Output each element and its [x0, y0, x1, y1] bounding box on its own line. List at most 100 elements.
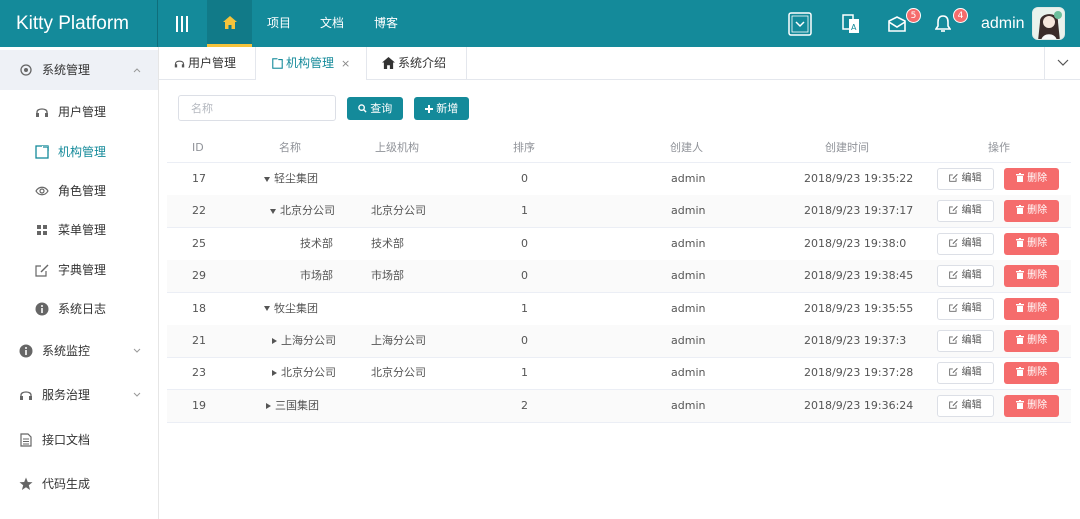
avatar[interactable]	[1032, 7, 1065, 40]
edit-button[interactable]: 编辑	[937, 200, 994, 223]
app-title[interactable]: Kitty Platform	[0, 0, 158, 47]
sidebar-item-label: 机构管理	[58, 145, 107, 159]
cell-time: 2018/9/23 19:36:24	[804, 398, 914, 412]
delete-label: 删除	[1027, 367, 1048, 379]
home-nav[interactable]	[207, 0, 252, 47]
close-icon[interactable]: ×	[341, 47, 350, 80]
expand-right-icon[interactable]	[272, 370, 277, 377]
cell-parent: 北京分公司	[371, 204, 426, 218]
tab-org[interactable]: 机构管理 ×	[256, 47, 367, 80]
trash-icon	[1015, 270, 1024, 280]
mail-icon[interactable]: 5	[888, 8, 921, 36]
header-time: 创建时间	[825, 141, 869, 154]
tab-intro[interactable]: 系统介绍	[367, 47, 467, 80]
username[interactable]: admin	[981, 0, 1025, 47]
edit-icon	[949, 173, 959, 182]
add-button[interactable]: 新增	[414, 97, 469, 120]
hamburger-icon[interactable]	[172, 14, 192, 34]
sidebar-item-system[interactable]: 系统管理	[0, 50, 158, 90]
delete-button[interactable]: 删除	[1004, 168, 1059, 190]
delete-button[interactable]: 删除	[1004, 200, 1059, 223]
sidebar-item-logs[interactable]: 系统日志	[0, 289, 158, 329]
nav-docs[interactable]: 文档	[320, 0, 344, 47]
language-icon[interactable]: A	[842, 12, 866, 36]
header-id: ID	[192, 141, 204, 154]
delete-button[interactable]: 删除	[1004, 265, 1059, 288]
delete-button[interactable]: 删除	[1004, 394, 1059, 417]
edit-icon	[949, 303, 959, 312]
cell-name: 上海分公司	[272, 325, 336, 357]
cell-name: 北京分公司	[272, 357, 336, 389]
edit-icon	[35, 264, 49, 277]
cell-name-text: 市场部	[300, 269, 333, 283]
search-input[interactable]	[178, 95, 336, 121]
edit-icon	[949, 271, 959, 279]
cell-parent: 市场部	[371, 269, 404, 283]
delete-button[interactable]: 删除	[1004, 330, 1059, 352]
edit-button[interactable]: 编辑	[937, 362, 994, 385]
home-icon	[382, 57, 395, 69]
edit-button[interactable]: 编辑	[937, 265, 994, 288]
sidebar-item-monitor[interactable]: 系统监控	[0, 331, 158, 371]
sidebar-item-dict[interactable]: 字典管理	[0, 250, 158, 290]
cell-time: 2018/9/23 19:37:17	[804, 204, 914, 218]
header-parent: 上级机构	[375, 141, 419, 154]
cell-order: 1	[521, 204, 528, 218]
edit-button[interactable]: 编辑	[937, 232, 994, 255]
expand-right-icon[interactable]	[266, 402, 271, 409]
cell-time: 2018/9/23 19:37:3	[804, 334, 907, 347]
sidebar-item-label: 角色管理	[58, 184, 107, 198]
trash-icon	[1015, 173, 1024, 182]
edit-icon	[949, 400, 959, 409]
cell-id: 25	[192, 236, 206, 250]
cell-name-text: 技术部	[300, 236, 333, 250]
cell-name: 北京分公司	[270, 195, 335, 227]
expand-down-icon[interactable]	[264, 306, 270, 312]
cell-name: 牧尘集团	[264, 293, 318, 325]
tab-menu-button[interactable]	[1044, 47, 1080, 80]
trash-icon	[1015, 367, 1024, 377]
star-icon	[19, 477, 33, 490]
table-row: 18 牧尘集团 1 admin 2018/9/23 19:35:55 编辑 删除	[167, 293, 1071, 326]
edit-button[interactable]: 编辑	[937, 330, 994, 352]
tab-bar: 用户管理 机构管理 × 系统介绍	[159, 47, 1080, 80]
edit-button[interactable]: 编辑	[937, 394, 994, 417]
cell-name: 轻尘集团	[264, 163, 318, 195]
table-row: 17 轻尘集团 0 admin 2018/9/23 19:35:22 编辑 删除	[167, 163, 1071, 196]
bell-icon[interactable]: 4	[934, 8, 968, 36]
plus-icon	[424, 105, 433, 113]
headset-icon	[20, 391, 32, 400]
sidebar-item-codegen[interactable]: 代码生成	[0, 464, 158, 504]
header-creator: 创建人	[670, 141, 703, 154]
sidebar-item-menus[interactable]: 菜单管理	[0, 210, 158, 250]
delete-button[interactable]: 删除	[1004, 297, 1059, 320]
header-order: 排序	[513, 141, 535, 154]
nav-blog[interactable]: 博客	[374, 0, 398, 47]
table-row: 22 北京分公司 北京分公司 1 admin 2018/9/23 19:37:17 编辑 …	[167, 195, 1071, 229]
expand-down-icon[interactable]	[270, 208, 276, 214]
delete-button[interactable]: 删除	[1004, 362, 1059, 385]
sidebar-item-api-docs[interactable]: 接口文档	[0, 420, 158, 460]
tab-users[interactable]: 用户管理	[159, 47, 256, 80]
delete-label: 删除	[1027, 302, 1048, 314]
bell-badge: 4	[953, 8, 968, 23]
query-button[interactable]: 查询	[347, 97, 403, 120]
sidebar-item-services[interactable]: 服务治理	[0, 375, 158, 415]
expand-down-icon[interactable]	[264, 176, 270, 182]
sidebar-item-roles[interactable]: 角色管理	[0, 171, 158, 211]
table-row: 21 上海分公司 上海分公司 0 admin 2018/9/23 19:37:3 编辑 删…	[167, 325, 1071, 358]
edit-button[interactable]: 编辑	[937, 297, 994, 320]
cell-name: 三国集团	[266, 390, 319, 422]
cell-name: 市场部	[300, 260, 333, 292]
expand-right-icon[interactable]	[272, 338, 277, 344]
sidebar-item-users[interactable]: 用户管理	[0, 92, 158, 132]
sidebar-item-org[interactable]: 机构管理	[0, 132, 158, 172]
delete-button[interactable]: 删除	[1004, 232, 1059, 255]
theme-picker-icon[interactable]	[788, 12, 812, 36]
table-row: 19 三国集团 2 admin 2018/9/23 19:36:24 编辑 删除	[167, 389, 1071, 423]
nav-projects[interactable]: 项目	[267, 0, 291, 47]
cell-order: 1	[521, 366, 528, 380]
home-icon	[222, 16, 237, 29]
edit-button[interactable]: 编辑	[937, 168, 994, 190]
tab-label: 系统介绍	[398, 56, 447, 70]
